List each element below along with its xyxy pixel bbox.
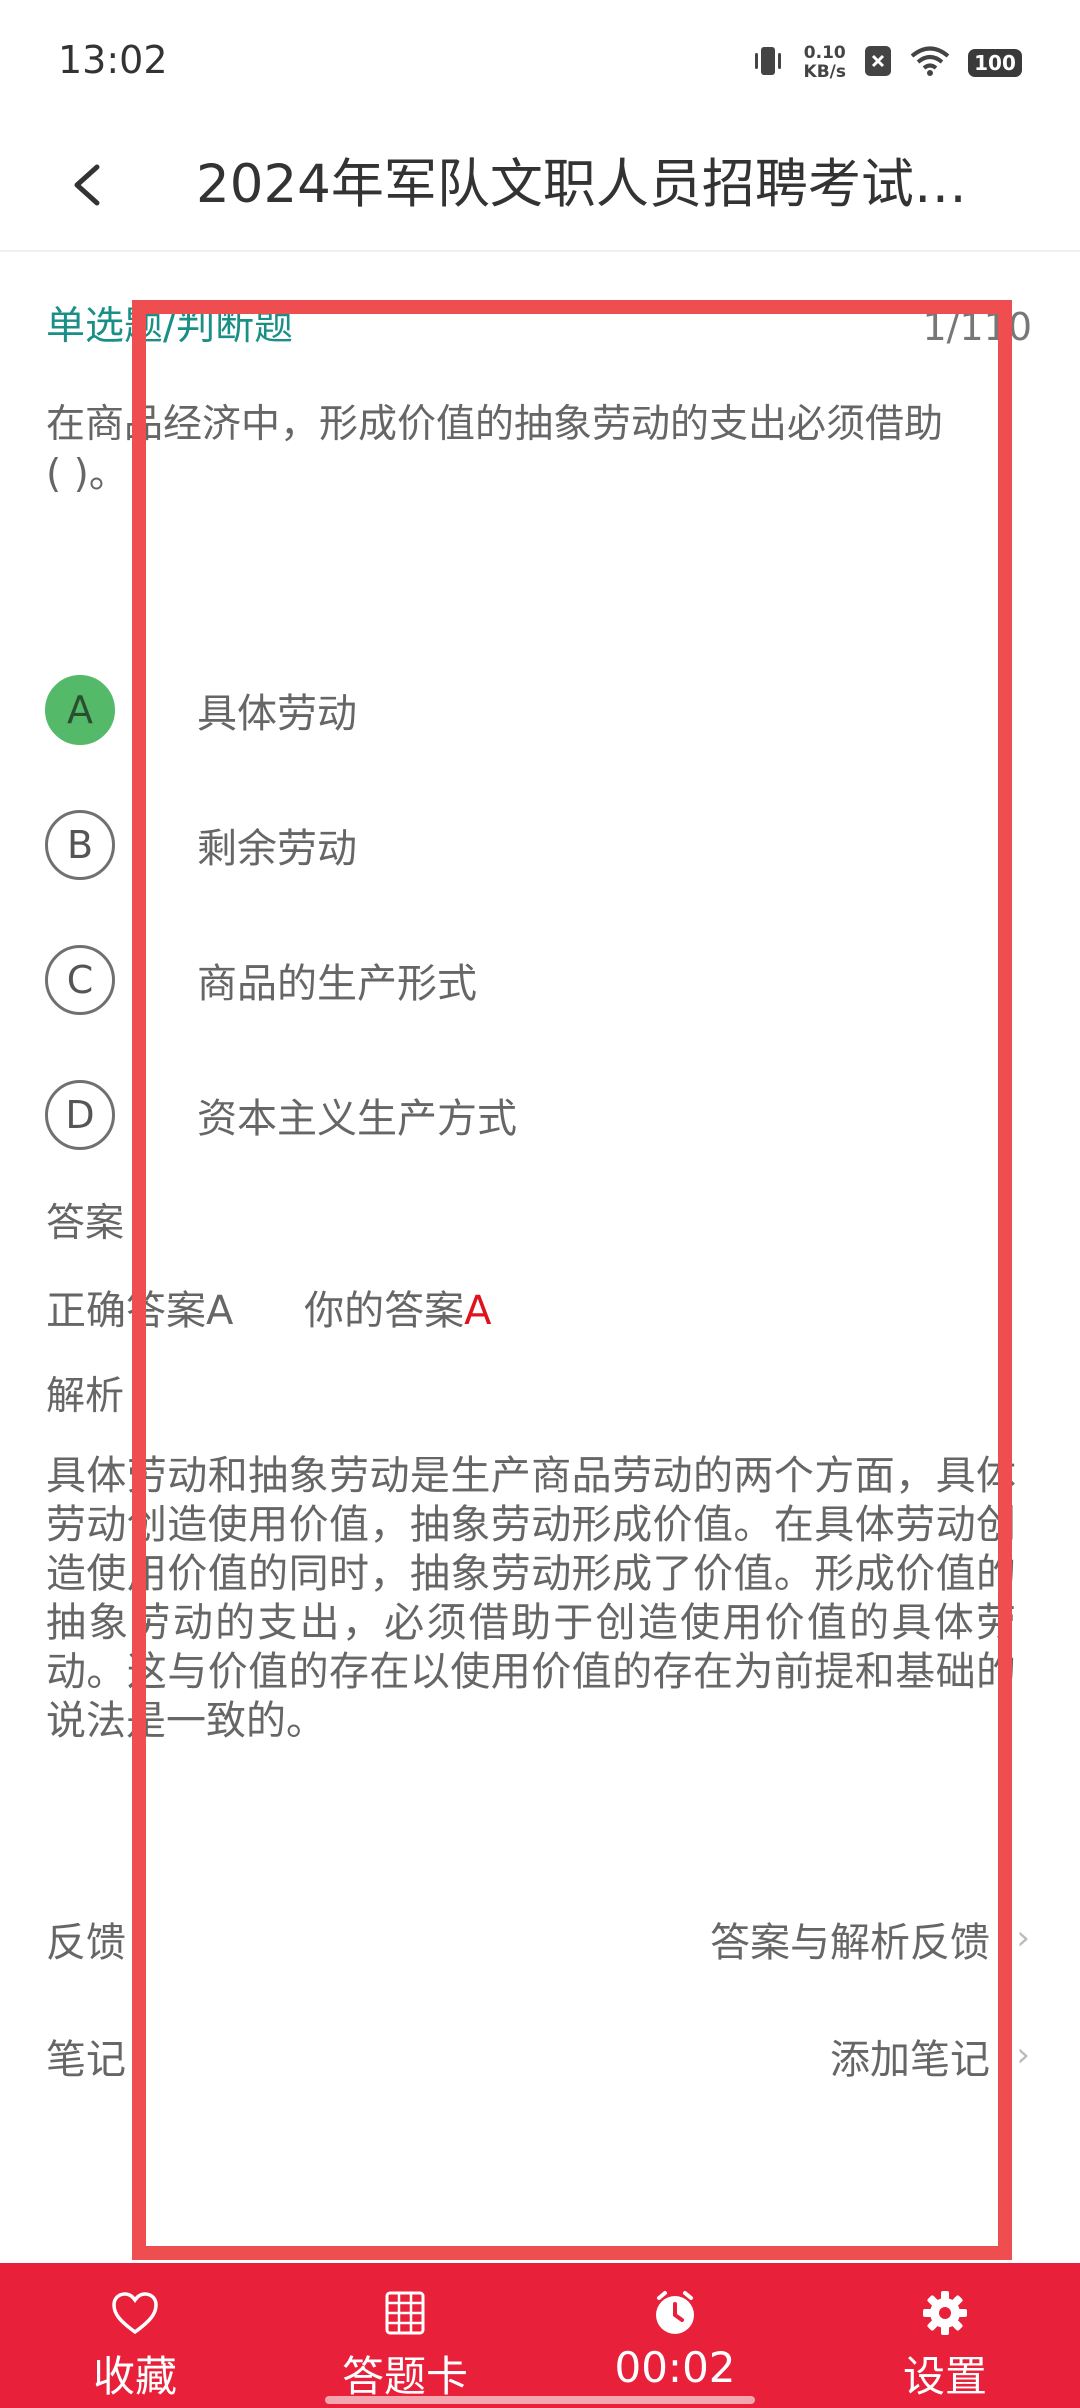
option-b[interactable]: B 剩余劳动 xyxy=(45,807,1025,883)
chevron-left-icon xyxy=(74,164,100,206)
option-c-letter: C xyxy=(45,945,115,1015)
feedback-link[interactable]: 答案与解析反馈 xyxy=(710,1910,990,1968)
answer-section-label: 答案 xyxy=(46,1201,125,1246)
answer-sheet-button[interactable]: 答题卡 xyxy=(290,2263,520,2408)
network-speed-value: 0.10 xyxy=(803,43,846,63)
network-speed-unit: KB/s xyxy=(803,62,846,82)
your-answer-value: A xyxy=(464,1288,492,1334)
analysis-section-label: 解析 xyxy=(46,1374,125,1419)
bottom-nav: 收藏 答题卡 00:02 设置 xyxy=(0,2263,1080,2408)
feedback-row[interactable]: 反馈 答案与解析反馈 › xyxy=(46,1910,1030,1970)
status-time: 13:02 xyxy=(58,38,168,82)
question-progress: 1/110 xyxy=(922,305,1032,349)
battery-indicator: 100 xyxy=(968,49,1022,77)
back-button[interactable] xyxy=(52,150,122,220)
answer-sheet-label: 答题卡 xyxy=(341,2352,468,2401)
sim-disabled-icon xyxy=(864,45,892,81)
analysis-text: 具体劳动和抽象劳动是生产商品劳动的两个方面，具体劳动创造使用价值，抽象劳动形成价… xyxy=(46,1453,1016,1744)
settings-button[interactable]: 设置 xyxy=(830,2263,1060,2408)
wifi-icon xyxy=(910,45,950,81)
gear-icon xyxy=(921,2289,969,2337)
network-speed: 0.10 KB/s xyxy=(804,44,846,82)
grid-icon xyxy=(385,2289,425,2337)
clock-icon xyxy=(651,2289,699,2337)
top-app-bar: 2024年军队文职人员招聘考试… xyxy=(0,125,1080,252)
feedback-label: 反馈 xyxy=(46,1920,126,1966)
option-c-text: 商品的生产形式 xyxy=(197,961,477,1007)
chevron-right-icon: › xyxy=(1016,2035,1030,2075)
option-d-letter: D xyxy=(45,1080,115,1150)
answer-row: 正确答案A 你的答案A xyxy=(46,1278,491,1336)
question-type-label: 单选题/判断题 xyxy=(46,304,294,349)
page-title: 2024年军队文职人员招聘考试… xyxy=(196,154,967,215)
add-note-link[interactable]: 添加笔记 xyxy=(830,2027,990,2085)
option-d-text: 资本主义生产方式 xyxy=(197,1096,517,1142)
option-a[interactable]: A 具体劳动 xyxy=(45,672,1025,748)
favorite-label: 收藏 xyxy=(92,2352,177,2401)
timer-value: 00:02 xyxy=(614,2343,736,2392)
timer-button[interactable]: 00:02 xyxy=(560,2263,790,2408)
option-b-text: 剩余劳动 xyxy=(197,826,357,872)
option-a-letter: A xyxy=(45,675,115,745)
option-d[interactable]: D 资本主义生产方式 xyxy=(45,1077,1025,1153)
option-b-letter: B xyxy=(45,810,115,880)
option-c[interactable]: C 商品的生产形式 xyxy=(45,942,1025,1018)
home-indicator[interactable] xyxy=(325,2396,755,2404)
heart-icon xyxy=(110,2289,160,2337)
notes-row[interactable]: 笔记 添加笔记 › xyxy=(46,2027,1030,2087)
status-icons: 0.10 KB/s 100 xyxy=(750,40,1022,86)
correct-answer-value: A xyxy=(206,1288,234,1334)
favorite-button[interactable]: 收藏 xyxy=(20,2263,250,2408)
question-text: 在商品经济中，形成价值的抽象劳动的支出必须借助 ( )。 xyxy=(46,400,1016,500)
status-bar: 13:02 0.10 KB/s 100 xyxy=(0,0,1080,125)
correct-answer-label: 正确答案 xyxy=(46,1288,206,1334)
your-answer-label: 你的答案 xyxy=(304,1288,465,1334)
vibrate-icon xyxy=(750,43,786,83)
notes-label: 笔记 xyxy=(46,2037,126,2083)
chevron-right-icon: › xyxy=(1016,1918,1030,1958)
settings-label: 设置 xyxy=(902,2352,987,2401)
question-text-line: ( )。 xyxy=(46,452,128,497)
question-text-line: 在商品经济中，形成价值的抽象劳动的支出必须借助 xyxy=(46,402,944,447)
option-a-text: 具体劳动 xyxy=(197,691,357,737)
